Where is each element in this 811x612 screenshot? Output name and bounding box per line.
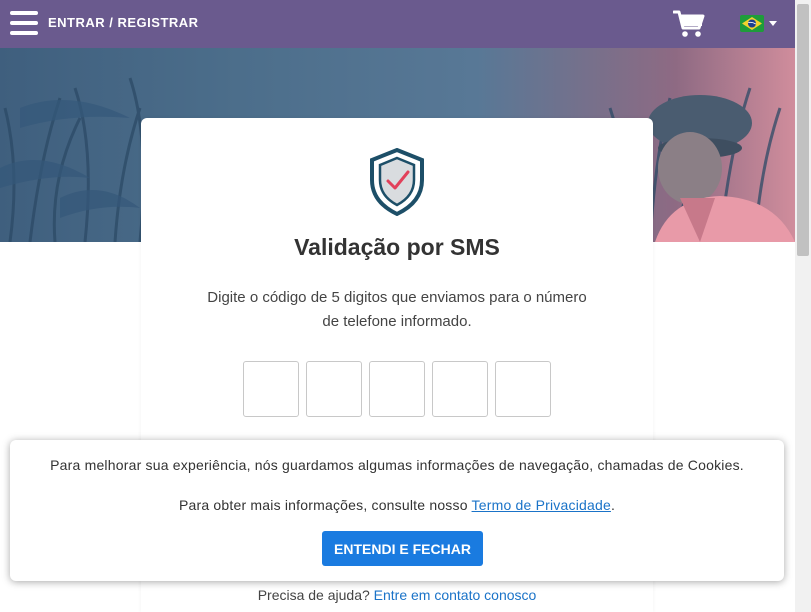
page-scrollbar[interactable] [795, 0, 811, 612]
login-register-link[interactable]: ENTRAR / REGISTRAR [48, 15, 199, 30]
accept-cookies-button[interactable]: ENTENDI E FECHAR [322, 531, 483, 566]
code-digit-1-input[interactable] [243, 361, 299, 417]
farmer-photo [648, 95, 795, 242]
scrollbar-thumb[interactable] [797, 4, 809, 256]
contact-us-link[interactable]: Entre em contato conosco [374, 587, 537, 603]
page-title: Validação por SMS [294, 234, 500, 260]
cookie-consent-banner: Para melhorar sua experiência, nós guard… [10, 440, 784, 581]
shopping-cart-icon[interactable] [672, 9, 705, 39]
shield-check-icon [370, 148, 424, 216]
cookie-privacy-suffix: . [610, 497, 616, 513]
code-digit-2-input[interactable] [306, 361, 362, 417]
cookie-privacy-prefix: Para obter mais informações, consulte no… [178, 497, 468, 513]
cookie-privacy-line: Para obter mais informações, consulte no… [30, 495, 764, 515]
privacy-terms-link[interactable]: Termo de Privacidade [472, 497, 611, 513]
top-navigation-bar: ENTRAR / REGISTRAR [0, 0, 795, 48]
code-digit-5-input[interactable] [495, 361, 551, 417]
instructions-text: Digite o código de 5 digitos que enviamo… [207, 289, 587, 330]
sms-code-inputs [243, 361, 553, 417]
chevron-down-icon [769, 21, 777, 26]
brazil-flag-icon [740, 15, 764, 32]
help-section: Precisa de ajuda? Entre em contato conos… [141, 587, 653, 603]
cookie-message: Para melhorar sua experiência, nós guard… [50, 457, 744, 473]
language-selector[interactable] [740, 14, 780, 34]
help-text: Precisa de ajuda? [257, 587, 370, 603]
code-digit-4-input[interactable] [432, 361, 488, 417]
hamburger-menu-icon[interactable] [10, 11, 38, 35]
code-digit-3-input[interactable] [369, 361, 425, 417]
